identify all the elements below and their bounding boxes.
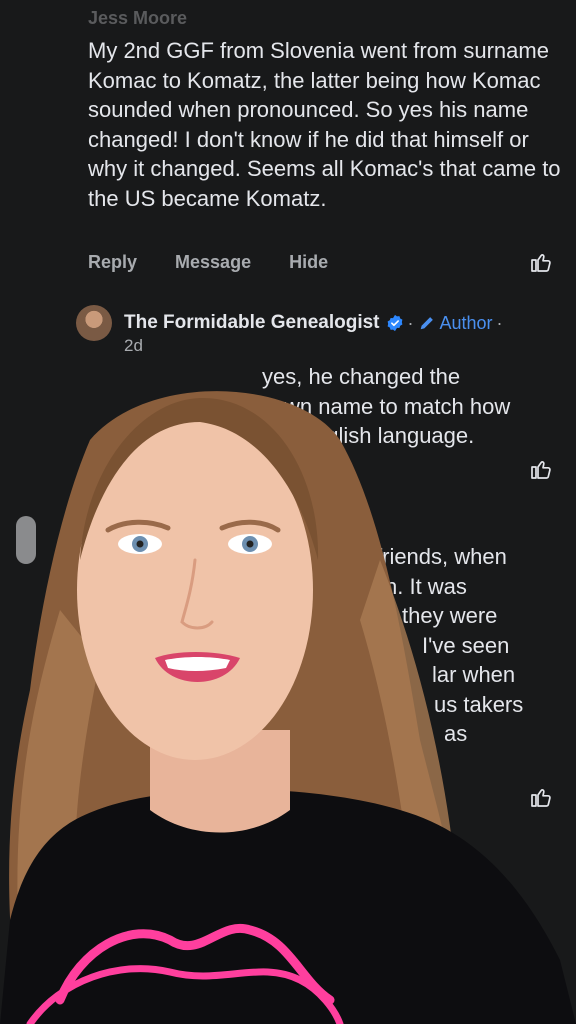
reply-button[interactable]: Reply [88,252,137,273]
thumbs-up-icon[interactable] [529,250,553,274]
comments-screen: Jess Moore My 2nd GGF from Slovenia went… [0,0,576,1024]
avatar[interactable] [76,305,112,341]
presenter-video-overlay [0,391,576,1024]
hide-button[interactable]: Hide [289,252,328,273]
comment-text: My 2nd GGF from Slovenia went from surna… [88,38,561,211]
message-button[interactable]: Message [175,252,251,273]
author-badge: Author [418,313,493,334]
pencil-icon [420,317,433,330]
separator-dot: · [407,312,414,333]
reply-author[interactable]: The Formidable Genealogist [124,312,380,334]
verified-badge-icon [387,314,402,332]
comment-actions: Reply Message Hide [88,252,328,273]
reply-timestamp: 2d [124,336,143,355]
author-badge-label: Author [439,312,493,333]
separator-dot: · [496,312,503,333]
comment-author[interactable]: Jess Moore [88,8,187,29]
